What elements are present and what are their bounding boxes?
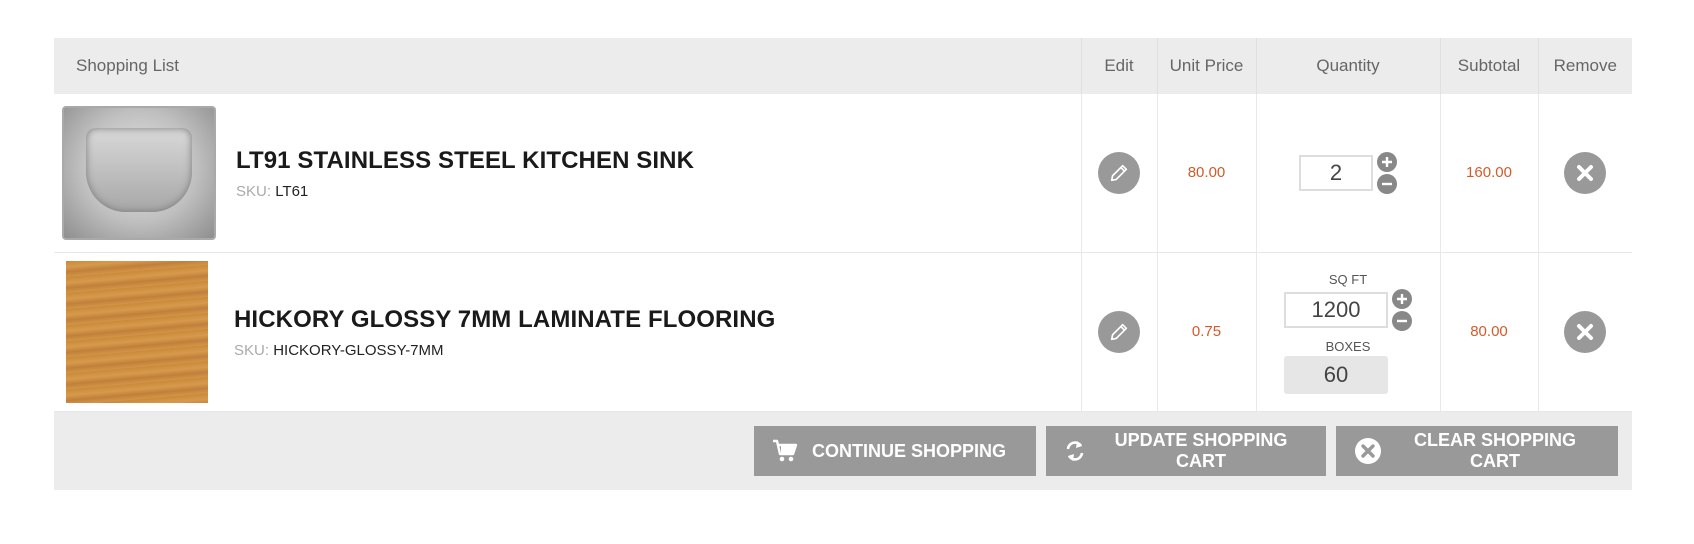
sku-value: HICKORY-GLOSSY-7MM bbox=[273, 341, 444, 359]
product-sku: SKU: HICKORY-GLOSSY-7MM bbox=[234, 342, 775, 359]
boxes-label: BOXES bbox=[1325, 339, 1371, 354]
quantity-stack: SQ FT BOXES bbox=[1284, 270, 1412, 394]
update-cart-button[interactable]: UPDATE SHOPPING CART bbox=[1046, 426, 1326, 476]
plus-icon[interactable] bbox=[1392, 289, 1412, 309]
header-subtotal: Subtotal bbox=[1440, 38, 1539, 94]
continue-shopping-button[interactable]: CONTINUE SHOPPING bbox=[754, 426, 1036, 476]
clear-cart-button[interactable]: CLEAR SHOPPING CART bbox=[1336, 426, 1618, 476]
pencil-icon[interactable] bbox=[1098, 152, 1140, 194]
table-row: HICKORY GLOSSY 7MM LAMINATE FLOORING SKU… bbox=[54, 252, 1632, 412]
sku-value: LT61 bbox=[275, 182, 309, 200]
shopping-cart: Shopping List Edit Unit Price Quantity S… bbox=[54, 38, 1632, 490]
remove-cell bbox=[1538, 252, 1632, 412]
product-cell: HICKORY GLOSSY 7MM LAMINATE FLOORING SKU… bbox=[54, 252, 1082, 412]
header-unit-price: Unit Price bbox=[1157, 38, 1257, 94]
sqft-label: SQ FT bbox=[1328, 272, 1368, 287]
remove-cell bbox=[1538, 94, 1632, 253]
edit-cell bbox=[1081, 252, 1158, 412]
table-header-row: Shopping List Edit Unit Price Quantity S… bbox=[54, 38, 1632, 94]
header-quantity: Quantity bbox=[1256, 38, 1441, 94]
plus-icon[interactable] bbox=[1377, 152, 1397, 172]
product-cell: LT91 STAINLESS STEEL KITCHEN SINK SKU: L… bbox=[54, 94, 1082, 253]
sku-label: SKU: bbox=[234, 341, 270, 359]
unit-price: 0.75 bbox=[1191, 323, 1222, 340]
product-sku: SKU: LT61 bbox=[236, 183, 694, 200]
cart-actions: CONTINUE SHOPPING UPDATE SHOPPING CART C… bbox=[54, 412, 1632, 490]
quantity-input[interactable] bbox=[1299, 155, 1373, 191]
table-row: LT91 STAINLESS STEEL KITCHEN SINK SKU: L… bbox=[54, 94, 1632, 253]
refresh-icon bbox=[1064, 439, 1086, 463]
sku-label: SKU: bbox=[236, 182, 272, 200]
subtotal-cell: 160.00 bbox=[1440, 94, 1539, 253]
cart-icon bbox=[772, 439, 798, 463]
cart-table: Shopping List Edit Unit Price Quantity S… bbox=[54, 38, 1632, 412]
minus-icon[interactable] bbox=[1377, 174, 1397, 194]
quantity-stepper bbox=[1284, 289, 1412, 331]
sink-image[interactable] bbox=[62, 106, 216, 240]
header-edit: Edit bbox=[1081, 38, 1158, 94]
product-title[interactable]: HICKORY GLOSSY 7MM LAMINATE FLOORING bbox=[234, 306, 775, 334]
close-icon[interactable] bbox=[1564, 152, 1607, 194]
pencil-icon[interactable] bbox=[1098, 311, 1140, 353]
header-shopping-list: Shopping List bbox=[54, 38, 1082, 94]
quantity-stepper bbox=[1299, 152, 1397, 194]
continue-shopping-label: CONTINUE SHOPPING bbox=[812, 440, 1007, 461]
boxes-value: 60 bbox=[1284, 356, 1388, 394]
minus-icon[interactable] bbox=[1392, 311, 1412, 331]
clear-cart-label: CLEAR SHOPPING CART bbox=[1413, 430, 1577, 471]
unit-price-cell: 80.00 bbox=[1157, 94, 1257, 253]
subtotal: 160.00 bbox=[1466, 164, 1512, 181]
header-remove: Remove bbox=[1538, 38, 1632, 94]
sqft-input[interactable] bbox=[1284, 292, 1388, 328]
quantity-cell bbox=[1256, 94, 1441, 253]
wood-swatch-image[interactable] bbox=[66, 261, 208, 403]
edit-cell bbox=[1081, 94, 1158, 253]
unit-price: 80.00 bbox=[1187, 164, 1226, 181]
unit-price-cell: 0.75 bbox=[1157, 252, 1257, 412]
subtotal-cell: 80.00 bbox=[1440, 252, 1539, 412]
product-title[interactable]: LT91 STAINLESS STEEL KITCHEN SINK bbox=[236, 147, 694, 175]
close-icon[interactable] bbox=[1564, 311, 1607, 353]
quantity-cell: SQ FT BOXES bbox=[1256, 252, 1441, 412]
update-cart-label: UPDATE SHOPPING CART bbox=[1114, 430, 1288, 471]
subtotal: 80.00 bbox=[1470, 323, 1508, 340]
close-circle-icon bbox=[1354, 437, 1382, 465]
